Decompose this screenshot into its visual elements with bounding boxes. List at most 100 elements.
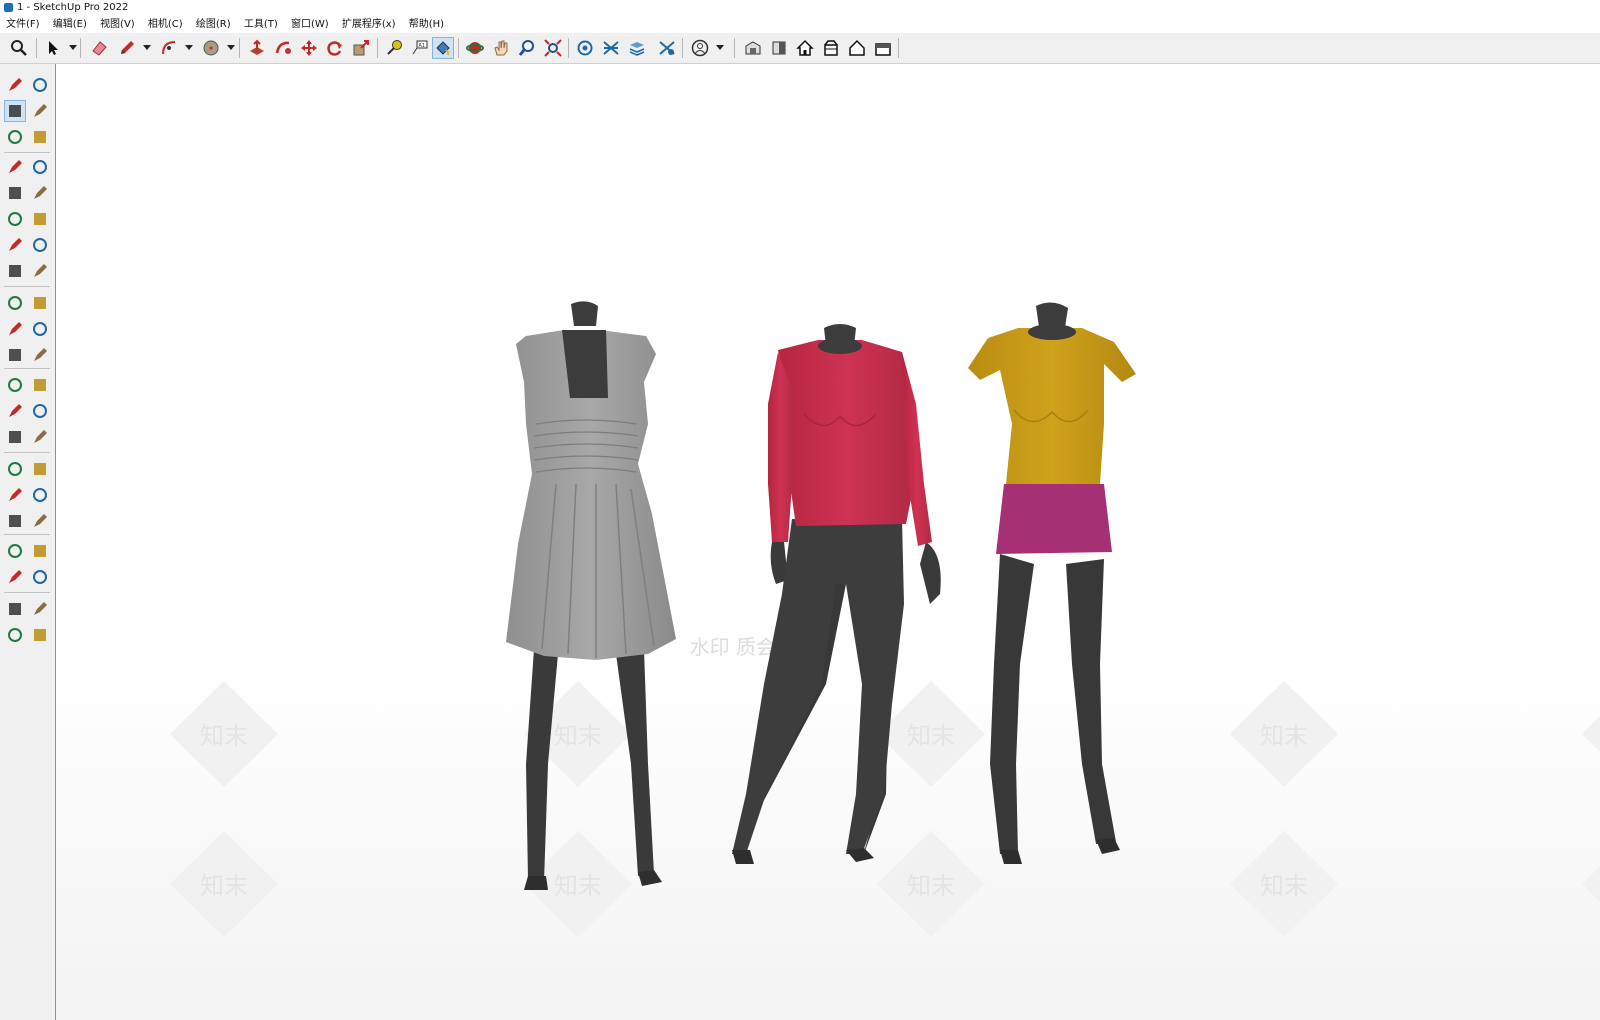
zoom-window-button[interactable] <box>516 37 538 59</box>
orbit-button[interactable] <box>4 458 26 480</box>
tag-button[interactable] <box>29 126 51 148</box>
arc-button[interactable] <box>4 234 26 256</box>
rotated-rectangle-icon <box>34 186 47 199</box>
menu-extensions[interactable]: 扩展程序(x) <box>342 16 396 33</box>
zoom-button[interactable] <box>4 484 26 506</box>
zoom-icon <box>11 40 27 56</box>
menu-tools[interactable]: 工具(T) <box>244 16 278 33</box>
rotate-button[interactable] <box>4 318 26 340</box>
tape-measure-button[interactable] <box>383 37 405 59</box>
polygon-button[interactable] <box>29 208 51 230</box>
push-pull-icon <box>34 297 46 309</box>
menu-camera[interactable]: 相机(C) <box>148 16 183 33</box>
orbit-button[interactable] <box>464 37 486 59</box>
add-location-icon <box>9 603 21 615</box>
text-button[interactable] <box>29 400 51 422</box>
rotated-rectangle-button[interactable] <box>29 182 51 204</box>
select-dropdown[interactable] <box>69 45 77 50</box>
position-camera-button[interactable] <box>4 540 26 562</box>
component-button[interactable] <box>4 126 26 148</box>
user-account-button[interactable] <box>689 37 711 59</box>
pie-button[interactable] <box>29 260 51 282</box>
paint-bucket-button[interactable] <box>4 100 26 122</box>
zoom-extents-button[interactable] <box>542 37 564 59</box>
zoom-window-button[interactable] <box>29 484 51 506</box>
freehand-button[interactable] <box>29 156 51 178</box>
sandbox-tools-button[interactable] <box>656 37 678 59</box>
window-title: 1 - SketchUp Pro 2022 <box>17 2 129 13</box>
previous-view-button[interactable] <box>29 510 51 532</box>
rotate-button[interactable] <box>324 37 346 59</box>
rectangle-button[interactable] <box>4 182 26 204</box>
menu-bar: 文件(F) 编辑(E) 视图(V) 相机(C) 绘图(R) 工具(T) 窗口(W… <box>0 16 1600 33</box>
add-location-button[interactable] <box>574 37 596 59</box>
eraser-button[interactable] <box>29 100 51 122</box>
three-point-arc-button[interactable] <box>4 260 26 282</box>
follow-me-button[interactable] <box>272 37 294 59</box>
circle-button[interactable] <box>4 208 26 230</box>
add-location-button[interactable] <box>4 598 26 620</box>
push-pull-button[interactable] <box>246 37 268 59</box>
arc-button[interactable] <box>158 37 180 59</box>
menu-help[interactable]: 帮助(H) <box>409 16 444 33</box>
scale-button[interactable] <box>4 344 26 366</box>
scale-button[interactable] <box>350 37 372 59</box>
axes-button[interactable] <box>4 426 26 448</box>
circle-dropdown[interactable] <box>227 45 235 50</box>
move-button[interactable] <box>4 292 26 314</box>
walk-button[interactable] <box>4 566 26 588</box>
move-button[interactable] <box>298 37 320 59</box>
follow-me-button[interactable] <box>29 318 51 340</box>
polygon-icon <box>34 213 46 225</box>
sandbox-button[interactable] <box>29 598 51 620</box>
menu-draw[interactable]: 绘图(R) <box>196 16 231 33</box>
zoom-button[interactable] <box>8 37 30 59</box>
look-around-button[interactable] <box>29 540 51 562</box>
pan-button[interactable] <box>490 37 512 59</box>
3d-viewport[interactable]: 知末 知末 知末 知末 知末 知末 知末 知末 水印 质会 创部 <box>56 64 1600 1020</box>
menu-file[interactable]: 文件(F) <box>6 16 40 33</box>
arc-dropdown[interactable] <box>185 45 193 50</box>
section-plane-button[interactable] <box>29 566 51 588</box>
component-icon <box>8 130 22 144</box>
menu-view[interactable]: 视图(V) <box>100 16 135 33</box>
watermark-label: 知末 <box>907 872 955 900</box>
paint-bucket-icon <box>9 105 21 117</box>
sandbox-tools-button[interactable] <box>29 624 51 646</box>
box-button[interactable] <box>872 37 894 59</box>
user-account-dropdown[interactable] <box>716 45 724 50</box>
select-button[interactable] <box>42 37 64 59</box>
component-button[interactable] <box>820 37 842 59</box>
pencil-button[interactable] <box>4 156 26 178</box>
protractor-button[interactable] <box>4 400 26 422</box>
text-button[interactable]: A1 <box>408 37 430 59</box>
offset-button[interactable] <box>29 344 51 366</box>
menu-window[interactable]: 窗口(W) <box>291 16 329 33</box>
house-button[interactable] <box>846 37 868 59</box>
zoom-extents-button[interactable] <box>4 510 26 532</box>
home-button[interactable] <box>794 37 816 59</box>
layers-button[interactable] <box>4 624 26 646</box>
left-toolbar-separator <box>4 534 50 535</box>
select-button[interactable] <box>4 74 26 96</box>
extension-warehouse-button[interactable] <box>768 37 790 59</box>
circle-button[interactable] <box>200 37 222 59</box>
orbit-button[interactable] <box>29 74 51 96</box>
push-pull-button[interactable] <box>29 292 51 314</box>
pan-button[interactable] <box>29 458 51 480</box>
pencil-button[interactable] <box>116 37 138 59</box>
tape-measure-button[interactable] <box>4 374 26 396</box>
sandbox-button[interactable] <box>600 37 622 59</box>
pencil-dropdown[interactable] <box>143 45 151 50</box>
two-point-arc-button[interactable] <box>29 234 51 256</box>
dimension-button[interactable] <box>29 374 51 396</box>
menu-edit[interactable]: 编辑(E) <box>53 16 87 33</box>
eraser-button[interactable] <box>88 37 110 59</box>
warehouse-button[interactable] <box>742 37 764 59</box>
watermark-label: 知末 <box>1260 722 1308 750</box>
paint-bucket-button[interactable] <box>432 37 454 59</box>
layers-button[interactable] <box>626 37 648 59</box>
left-toolbar-separator <box>4 368 50 369</box>
3d-text-button[interactable] <box>29 426 51 448</box>
position-camera-icon <box>8 544 22 558</box>
